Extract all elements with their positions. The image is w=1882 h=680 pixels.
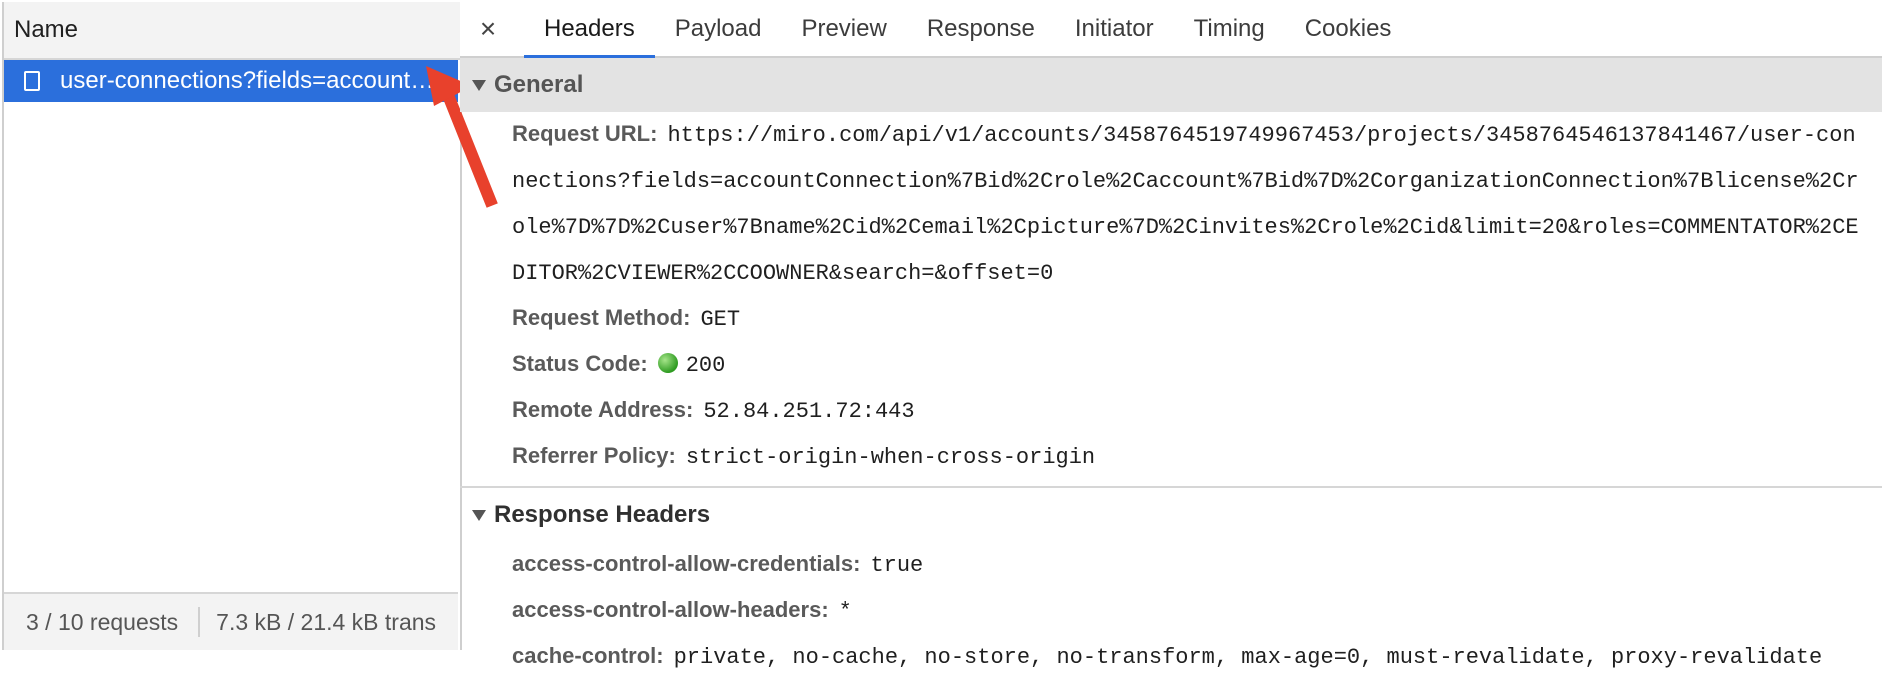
header-key: access-control-allow-credentials: bbox=[512, 551, 861, 576]
general-section-header[interactable]: General bbox=[460, 58, 1882, 112]
request-name: user-connections?fields=account… bbox=[60, 67, 435, 94]
header-value: private, no-cache, no-store, no-transfor… bbox=[673, 645, 1823, 670]
tab-initiator[interactable]: Initiator bbox=[1055, 2, 1174, 56]
request-count: 3 / 10 requests bbox=[26, 608, 179, 635]
remote-address-label: Remote Address: bbox=[512, 397, 694, 422]
request-row-selected[interactable]: user-connections?fields=account… bbox=[4, 60, 458, 102]
referrer-policy-value: strict-origin-when-cross-origin bbox=[685, 445, 1096, 470]
name-column-label: Name bbox=[14, 16, 79, 43]
status-code-row: Status Code: 200 bbox=[512, 342, 1862, 388]
tab-timing[interactable]: Timing bbox=[1174, 2, 1285, 56]
request-method-value: GET bbox=[700, 307, 741, 332]
tab-payload[interactable]: Payload bbox=[655, 2, 782, 56]
collapse-triangle-icon bbox=[472, 509, 486, 521]
response-header-row: cache-control: private, no-cache, no-stor… bbox=[512, 634, 1862, 680]
general-rows: Request URL: https://miro.com/api/v1/acco… bbox=[460, 112, 1882, 480]
details-tabbar: × Headers Payload Preview Response Initi… bbox=[460, 2, 1882, 58]
request-details-pane: × Headers Payload Preview Response Initi… bbox=[460, 2, 1882, 670]
response-header-rows: access-control-allow-credentials: true ac… bbox=[460, 542, 1882, 680]
remote-address-value: 52.84.251.72:443 bbox=[703, 399, 915, 424]
response-header-row: access-control-allow-credentials: true bbox=[512, 542, 1862, 588]
referrer-policy-label: Referrer Policy: bbox=[512, 443, 676, 468]
response-headers-section-header[interactable]: Response Headers bbox=[460, 488, 1882, 542]
status-divider bbox=[198, 607, 201, 637]
request-method-label: Request Method: bbox=[512, 305, 691, 330]
tab-preview[interactable]: Preview bbox=[781, 2, 906, 56]
header-value: true bbox=[870, 553, 924, 578]
tab-response[interactable]: Response bbox=[907, 2, 1055, 56]
request-url-label: Request URL: bbox=[512, 121, 658, 146]
referrer-policy-row: Referrer Policy: strict-origin-when-cross… bbox=[512, 434, 1862, 480]
header-value: * bbox=[838, 599, 852, 624]
devtools-network-panel: Name user-connections?fields=account… 3 … bbox=[0, 0, 1882, 670]
header-key: cache-control: bbox=[512, 643, 664, 668]
close-icon[interactable]: × bbox=[474, 13, 502, 44]
document-icon bbox=[24, 71, 40, 91]
remote-address-row: Remote Address: 52.84.251.72:443 bbox=[512, 388, 1862, 434]
request-list-pane: Name user-connections?fields=account… 3 … bbox=[2, 2, 462, 650]
request-method-row: Request Method: GET bbox=[512, 296, 1862, 342]
response-headers-title: Response Headers bbox=[494, 501, 711, 528]
status-code-value: 200 bbox=[685, 353, 726, 378]
transferred-size: 7.3 kB / 21.4 kB trans bbox=[216, 608, 437, 635]
request-url-row: Request URL: https://miro.com/api/v1/acco… bbox=[512, 112, 1862, 296]
collapse-triangle-icon bbox=[472, 79, 486, 91]
general-title: General bbox=[494, 71, 584, 98]
request-url-value: https://miro.com/api/v1/accounts/3458764… bbox=[512, 123, 1859, 286]
header-key: access-control-allow-headers: bbox=[512, 597, 829, 622]
status-code-label: Status Code: bbox=[512, 351, 648, 376]
status-ok-icon bbox=[657, 353, 678, 373]
tab-headers[interactable]: Headers bbox=[524, 2, 655, 58]
response-header-row: access-control-allow-headers: * bbox=[512, 588, 1862, 634]
tab-cookies[interactable]: Cookies bbox=[1285, 2, 1412, 56]
status-bar: 3 / 10 requests 7.3 kB / 21.4 kB trans bbox=[4, 592, 458, 650]
name-column-header[interactable]: Name bbox=[4, 2, 460, 60]
